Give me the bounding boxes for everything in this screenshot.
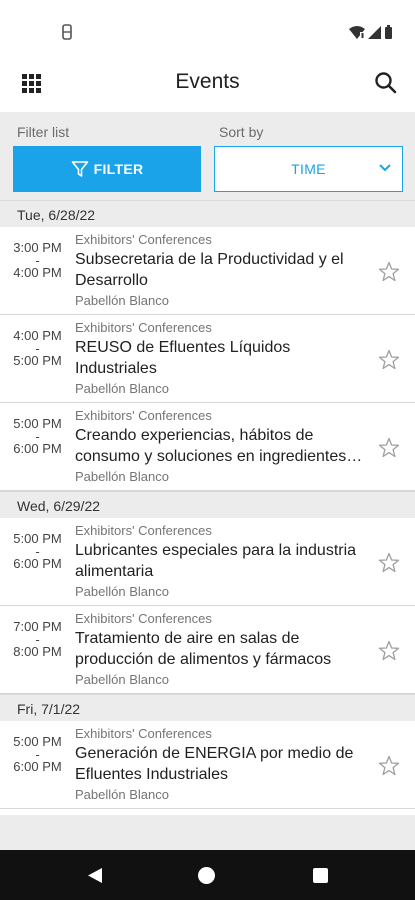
event-info: Exhibitors' Conferences Tratamiento de a… [75,611,371,670]
filter-list-label: Filter list [17,124,70,140]
end-time: 5:00 PM [13,353,62,369]
event-row[interactable]: 3:00 PM - 4:00 PM Exhibitors' Conference… [0,227,415,315]
day-header: Fri, 7/1/22 [0,694,415,721]
event-category: Exhibitors' Conferences [75,726,212,741]
event-info: Exhibitors' Conferences Lubricantes espe… [75,523,371,582]
event-time: 5:00 PM - 6:00 PM [0,532,75,572]
recents-icon[interactable] [313,868,328,883]
event-category: Exhibitors' Conferences [75,523,212,538]
day-header: Tue, 6/28/22 [0,200,415,227]
event-title: REUSO de Efluentes Líquidos Industriales [75,339,291,377]
event-time: 5:00 PM - 6:00 PM [0,417,75,457]
event-info: Exhibitors' Conferences Creando experien… [75,408,371,467]
system-nav-bar [0,850,415,900]
notification-icon [62,24,72,40]
end-time: 6:00 PM [13,556,62,572]
filter-button-label: FILTER [93,161,144,177]
end-time: 6:00 PM [13,759,62,775]
event-title: Creando experiencias, hábitos de consumo… [75,427,347,465]
day-header: Wed, 6/29/22 [0,491,415,518]
event-info: Exhibitors' Conferences Generación de EN… [75,726,371,785]
sort-value: TIME [291,161,326,177]
event-category: Exhibitors' Conferences [75,232,212,247]
page-title: Events [175,70,240,93]
filter-button[interactable]: FILTER [13,146,201,192]
event-row[interactable]: 7:00 PM - 8:00 PM Exhibitors' Conference… [0,606,415,694]
filter-sort-panel: Filter list Sort by FILTER TIME [0,112,415,200]
sort-by-label: Sort by [219,124,264,140]
sort-dropdown[interactable]: TIME [214,146,403,192]
end-time: 4:00 PM [13,265,62,281]
event-time: 3:00 PM - 4:00 PM [0,241,75,281]
app-bar: Events [0,62,415,112]
event-location: Pabellón Blanco [75,293,169,308]
signal-icon [368,25,381,39]
search-icon[interactable] [373,70,399,96]
back-icon[interactable] [87,867,103,884]
event-category: Exhibitors' Conferences [75,408,212,423]
event-location: Pabellón Blanco [75,584,169,599]
status-bar [0,0,415,62]
event-location: Pabellón Blanco [75,787,169,802]
favorite-star-icon[interactable] [377,551,401,575]
event-location: Pabellón Blanco [75,672,169,687]
event-location: Pabellón Blanco [75,381,169,396]
event-category: Exhibitors' Conferences [75,611,212,626]
event-row[interactable]: 5:00 PM - 6:00 PM Exhibitors' Conference… [0,518,415,606]
event-row[interactable]: 5:00 PM - 6:00 PM Exhibitors' Conference… [0,403,415,491]
favorite-star-icon[interactable] [377,436,401,460]
event-time: 4:00 PM - 5:00 PM [0,329,75,369]
event-title: Subsecretaria de la Productividad y el D… [75,251,344,289]
event-location: Pabellón Blanco [75,469,169,484]
favorite-star-icon[interactable] [377,260,401,284]
event-info: Exhibitors' Conferences Subsecretaria de… [75,232,371,291]
favorite-star-icon[interactable] [377,754,401,778]
event-title: Generación de ENERGIA por medio de Eflue… [75,745,354,783]
event-row[interactable]: 5:00 PM - 6:00 PM Exhibitors' Conference… [0,721,415,809]
list-footer-space [0,815,415,850]
event-title: Lubricantes especiales para la industria… [75,542,357,580]
battery-icon [385,25,392,39]
event-title: Tratamiento de aire en salas de producci… [75,630,332,668]
favorite-star-icon[interactable] [377,348,401,372]
event-category: Exhibitors' Conferences [75,320,212,335]
event-time: 5:00 PM - 6:00 PM [0,735,75,775]
event-row[interactable]: 4:00 PM - 5:00 PM Exhibitors' Conference… [0,315,415,403]
chevron-down-icon [379,164,391,172]
event-time: 7:00 PM - 8:00 PM [0,620,75,660]
event-list: Tue, 6/28/22 3:00 PM - 4:00 PM Exhibitor… [0,200,415,809]
event-info: Exhibitors' Conferences REUSO de Efluent… [75,320,371,379]
end-time: 8:00 PM [13,644,62,660]
home-icon[interactable] [198,867,215,884]
wifi-icon [349,25,365,39]
end-time: 6:00 PM [13,441,62,457]
filter-funnel-icon [71,161,88,177]
favorite-star-icon[interactable] [377,639,401,663]
